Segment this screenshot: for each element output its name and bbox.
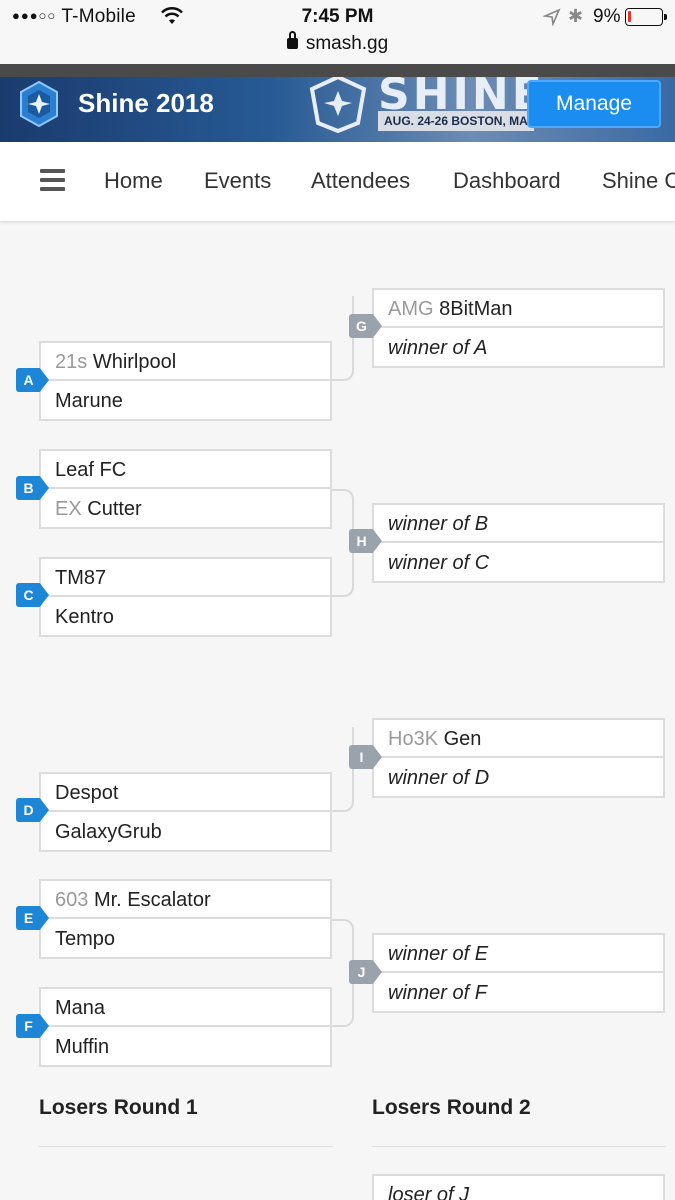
connector-d-i	[332, 727, 354, 812]
match-g[interactable]: AMG 8BitMan winner of A	[372, 288, 665, 368]
player-name: Gen	[443, 728, 482, 750]
match-f[interactable]: Mana Muffin	[39, 987, 332, 1067]
player-name: 8BitMan	[439, 298, 513, 320]
divider	[39, 1146, 333, 1147]
player-name: Leaf FC	[55, 459, 127, 481]
tournament-banner: Shine 2018 SHINE AUG. 24-26 BOSTON, MA M…	[0, 77, 675, 142]
battery-fill	[628, 11, 631, 22]
battery-icon	[625, 8, 667, 26]
match-j[interactable]: winner of E winner of F	[372, 933, 665, 1013]
url-bar[interactable]: smash.gg	[0, 31, 675, 55]
battery-percent: 9%	[593, 6, 621, 27]
player-name: GalaxyGrub	[55, 821, 162, 843]
round-heading-losers-2: Losers Round 2	[372, 1096, 531, 1119]
match-player-2[interactable]: winner of A	[374, 329, 663, 367]
match-player-1[interactable]: Leaf FC	[41, 451, 330, 489]
player-name: Despot	[55, 782, 119, 804]
player-prefix: 603	[55, 889, 89, 911]
player-name: Mana	[55, 997, 106, 1019]
tournament-title[interactable]: Shine 2018	[78, 88, 214, 119]
match-player-2[interactable]: winner of F	[374, 974, 663, 1012]
match-b[interactable]: Leaf FC EX Cutter	[39, 449, 332, 529]
player-name: Kentro	[55, 606, 114, 628]
player-name: Cutter	[87, 498, 142, 520]
bluetooth-icon: ✱	[568, 6, 584, 26]
player-name: Mr. Escalator	[93, 889, 211, 911]
player-prefix: EX	[55, 498, 82, 520]
match-player-2[interactable]: GalaxyGrub	[41, 813, 330, 851]
player-prefix: AMG	[388, 298, 434, 320]
player-name: Tempo	[55, 928, 116, 950]
lock-icon	[286, 31, 298, 49]
nav-shine-overflow[interactable]: Shine C	[602, 168, 675, 194]
match-player-1[interactable]: TM87	[41, 559, 330, 597]
shine-shield-icon	[309, 77, 367, 133]
connector-a-g	[332, 296, 354, 381]
match-h[interactable]: winner of B winner of C	[372, 503, 665, 583]
match-player-1[interactable]: Mana	[41, 989, 330, 1027]
match-d[interactable]: Despot GalaxyGrub	[39, 772, 332, 852]
match-i[interactable]: Ho3K Gen winner of D	[372, 718, 665, 798]
nav-dashboard[interactable]: Dashboard	[453, 168, 561, 194]
match-player-1[interactable]: AMG 8BitMan	[374, 290, 663, 328]
player-name: Marune	[55, 390, 123, 412]
player-prefix: 21s	[55, 351, 88, 373]
nav-home[interactable]: Home	[104, 168, 163, 194]
match-player-1[interactable]: Despot	[41, 774, 330, 812]
main-nav: Home Events Attendees Dashboard Shine C	[0, 142, 675, 222]
player-name: Muffin	[55, 1036, 110, 1058]
match-player-2[interactable]: Kentro	[41, 598, 330, 636]
manage-button[interactable]: Manage	[527, 80, 661, 128]
nav-attendees[interactable]: Attendees	[311, 168, 410, 194]
banner-art-date: AUG. 24-26 BOSTON, MA	[378, 111, 534, 131]
player-name: Whirlpool	[92, 351, 177, 373]
player-prefix: Ho3K	[388, 728, 439, 750]
player-name: TM87	[55, 567, 107, 589]
match-player-1[interactable]: Ho3K Gen	[374, 720, 663, 758]
match-next[interactable]: loser of J	[372, 1174, 665, 1200]
match-player-1[interactable]: winner of E	[374, 935, 663, 973]
match-player-2[interactable]: Muffin	[41, 1028, 330, 1066]
tournament-logo-icon	[20, 80, 58, 128]
match-player-2[interactable]: Tempo	[41, 920, 330, 958]
match-player-2[interactable]: Marune	[41, 382, 330, 420]
hamburger-menu-icon[interactable]	[40, 169, 65, 191]
url-text: smash.gg	[305, 33, 389, 54]
match-player-1[interactable]: 603 Mr. Escalator	[41, 881, 330, 919]
match-player-1[interactable]: loser of J	[374, 1176, 663, 1200]
match-player-2[interactable]: winner of C	[374, 544, 663, 582]
match-player-1[interactable]: winner of B	[374, 505, 663, 543]
round-heading-losers-1: Losers Round 1	[39, 1096, 198, 1119]
match-player-1[interactable]: 21s Whirlpool	[41, 343, 330, 381]
location-arrow-icon	[543, 8, 561, 26]
nav-events[interactable]: Events	[204, 168, 271, 194]
match-a[interactable]: 21s Whirlpool Marune	[39, 341, 332, 421]
match-player-2[interactable]: EX Cutter	[41, 490, 330, 528]
browser-divider	[0, 64, 675, 77]
match-e[interactable]: 603 Mr. Escalator Tempo	[39, 879, 332, 959]
status-bar: ●●●○○ T-Mobile 7:45 PM smash.gg ✱ 9%	[0, 0, 675, 64]
divider	[372, 1146, 666, 1147]
match-c[interactable]: TM87 Kentro	[39, 557, 332, 637]
match-player-2[interactable]: winner of D	[374, 759, 663, 797]
